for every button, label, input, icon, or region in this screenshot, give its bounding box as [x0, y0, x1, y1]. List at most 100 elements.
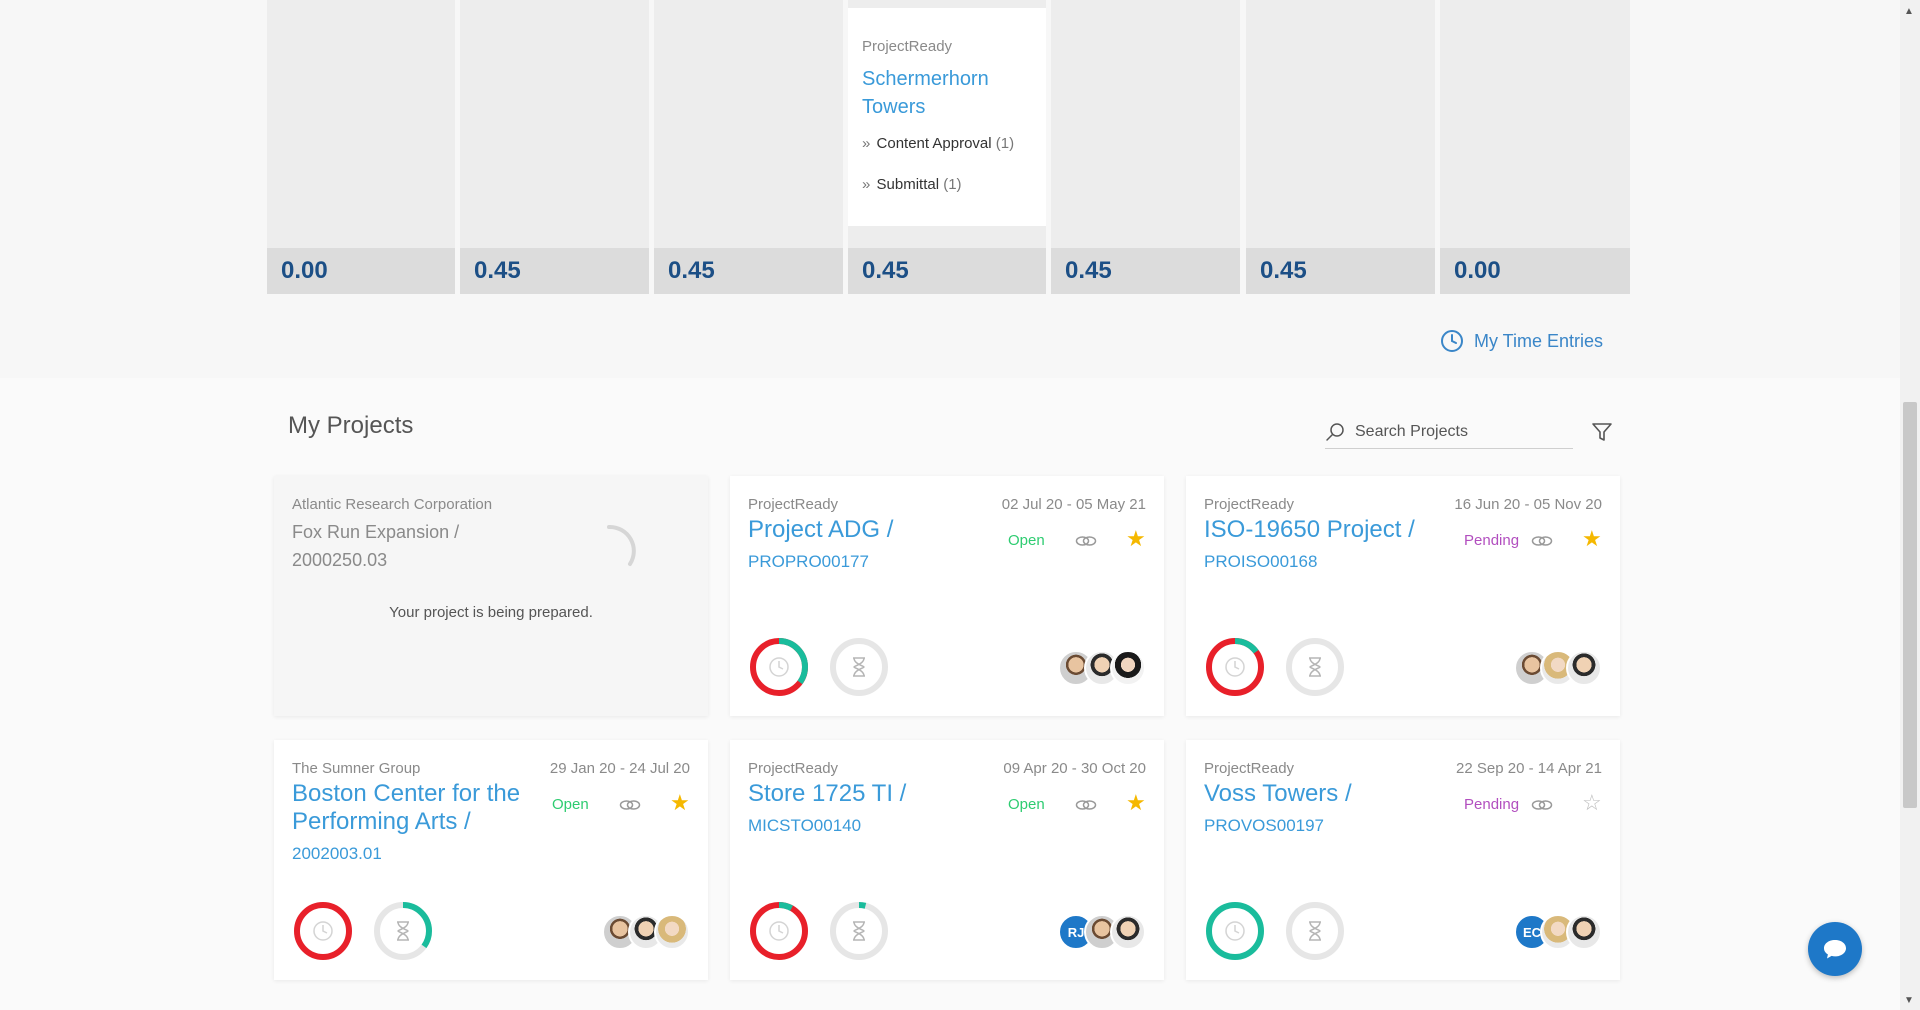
project-card[interactable]: ProjectReady 16 Jun 20 - 05 Nov 20 ISO-1…: [1186, 476, 1620, 716]
project-code: 2000250.03: [292, 550, 388, 570]
hours-progress-ring[interactable]: [372, 900, 434, 962]
link-icon[interactable]: [1075, 532, 1097, 550]
project-card[interactable]: The Sumner Group 29 Jan 20 - 24 Jul 20 B…: [274, 740, 708, 980]
favorite-star-icon[interactable]: ★: [1126, 528, 1146, 550]
scroll-down-arrow-icon[interactable]: ▼: [1904, 995, 1914, 1006]
project-title: Store 1725 TI /: [748, 780, 907, 807]
project-card[interactable]: ProjectReady 22 Sep 20 - 14 Apr 21 Voss …: [1186, 740, 1620, 980]
time-progress-ring[interactable]: [748, 900, 810, 962]
entry-org: ProjectReady: [862, 38, 953, 55]
day-total: 0.00: [1440, 248, 1630, 294]
ring-track: [830, 902, 888, 960]
project-title: ISO-19650 Project /: [1204, 516, 1415, 543]
link-icon[interactable]: [1531, 532, 1553, 550]
status-badge: Open: [1008, 796, 1045, 813]
timesheet-day-4[interactable]: ProjectReady Schermerhorn Towers » Conte…: [848, 0, 1046, 294]
project-org: The Sumner Group: [292, 760, 421, 777]
entry-task-submittal[interactable]: » Submittal (1): [862, 176, 1032, 193]
day-total: 0.45: [848, 248, 1046, 294]
task-label: Submittal: [876, 176, 940, 193]
project-name: Fox Run Expansion / 2000250.03: [292, 518, 532, 574]
section-title: My Projects: [288, 412, 414, 439]
timesheet-day-7[interactable]: 0.00: [1440, 0, 1630, 294]
project-card[interactable]: ProjectReady 09 Apr 20 - 30 Oct 20 Store…: [730, 740, 1164, 980]
entry-project-link[interactable]: Schermerhorn Towers: [862, 65, 1012, 121]
project-title: Project ADG /: [748, 516, 894, 543]
preparing-message: Your project is being prepared.: [389, 604, 593, 621]
hours-progress-ring[interactable]: [1284, 900, 1346, 962]
project-card-preparing[interactable]: Atlantic Research Corporation Fox Run Ex…: [274, 476, 708, 716]
link-icon[interactable]: [1075, 796, 1097, 814]
status-badge: Pending: [1464, 532, 1520, 549]
favorite-star-icon[interactable]: ★: [1126, 792, 1146, 814]
team-avatars[interactable]: [1058, 650, 1146, 686]
status-badge: Pending: [1464, 796, 1520, 813]
task-count: (1): [943, 176, 962, 193]
task-label: Content Approval: [876, 135, 992, 152]
day-total: 0.45: [460, 248, 649, 294]
avatar: [1566, 650, 1602, 686]
favorite-star-icon[interactable]: ★: [1582, 528, 1602, 550]
hours-progress-ring[interactable]: [1284, 636, 1346, 698]
timesheet-day-6[interactable]: 0.45: [1246, 0, 1435, 294]
hours-progress-ring[interactable]: [828, 636, 890, 698]
time-progress-ring[interactable]: [292, 900, 354, 962]
my-time-entries-link[interactable]: My Time Entries: [1440, 326, 1603, 356]
team-avatars[interactable]: [602, 914, 690, 950]
project-card[interactable]: ProjectReady 02 Jul 20 - 05 May 21 Proje…: [730, 476, 1164, 716]
entry-task-content-approval[interactable]: » Content Approval (1): [862, 135, 1032, 152]
project-code: MICSTO00140: [748, 816, 862, 835]
page-scrollbar[interactable]: ▲ ▼: [1900, 0, 1920, 1010]
project-code: PROPRO00177: [748, 552, 869, 571]
search-projects: [1325, 416, 1573, 449]
chat-button[interactable]: [1808, 922, 1862, 976]
status-badge: Open: [1008, 532, 1045, 549]
search-input[interactable]: [1353, 422, 1557, 442]
team-avatars[interactable]: [1514, 650, 1602, 686]
team-avatars[interactable]: EC: [1514, 914, 1602, 950]
project-name-link[interactable]: Boston Center for the Performing Arts / …: [292, 780, 542, 868]
day-total: 0.45: [1051, 248, 1240, 294]
time-progress-ring[interactable]: [1204, 900, 1266, 962]
time-progress-ring[interactable]: [1204, 636, 1266, 698]
project-name-link[interactable]: Store 1725 TI / MICSTO00140: [748, 780, 988, 840]
timesheet-entry-card[interactable]: ProjectReady Schermerhorn Towers » Conte…: [848, 8, 1046, 226]
project-org: Atlantic Research Corporation: [292, 496, 493, 513]
status-badge: Open: [552, 796, 589, 813]
ring-track: [830, 638, 888, 696]
timesheet-day-3[interactable]: 0.45: [654, 0, 843, 294]
project-dates: 29 Jan 20 - 24 Jul 20: [549, 760, 690, 777]
project-name-link[interactable]: Project ADG / PROPRO00177: [748, 516, 988, 576]
my-time-entries-label: My Time Entries: [1474, 330, 1604, 351]
day-total: 0.45: [654, 248, 843, 294]
timesheet-day-2[interactable]: 0.45: [460, 0, 649, 294]
project-name-link[interactable]: ISO-19650 Project / PROISO00168: [1204, 516, 1444, 576]
avatar: [1110, 650, 1146, 686]
project-title: Fox Run Expansion /: [292, 522, 460, 542]
project-code: PROISO00168: [1204, 552, 1318, 571]
clock-icon: [1441, 330, 1463, 352]
scroll-up-arrow-icon[interactable]: ▲: [1904, 6, 1914, 17]
project-title: Boston Center for the Performing Arts /: [292, 780, 521, 835]
timesheet-day-5[interactable]: 0.45: [1051, 0, 1240, 294]
project-org: ProjectReady: [1204, 496, 1295, 513]
project-org: ProjectReady: [748, 760, 839, 777]
ring-track: [1286, 902, 1344, 960]
time-progress-ring[interactable]: [748, 636, 810, 698]
project-code: 2002003.01: [292, 844, 382, 863]
hours-progress-ring[interactable]: [828, 900, 890, 962]
favorite-star-icon[interactable]: ☆: [1582, 792, 1602, 814]
project-code: PROVOS00197: [1204, 816, 1325, 835]
timesheet-day-1[interactable]: 0.00: [267, 0, 455, 294]
project-name-link[interactable]: Voss Towers / PROVOS00197: [1204, 780, 1444, 840]
project-title: Voss Towers /: [1204, 780, 1352, 807]
search-icon: [1326, 423, 1344, 441]
chat-bubble-icon: [1824, 940, 1846, 959]
link-icon[interactable]: [619, 796, 641, 814]
team-avatars[interactable]: RJ: [1058, 914, 1146, 950]
day-total: 0.45: [1246, 248, 1435, 294]
filter-icon[interactable]: [1590, 420, 1614, 444]
link-icon[interactable]: [1531, 796, 1553, 814]
scrollbar-thumb[interactable]: [1903, 402, 1917, 808]
favorite-star-icon[interactable]: ★: [670, 792, 690, 814]
